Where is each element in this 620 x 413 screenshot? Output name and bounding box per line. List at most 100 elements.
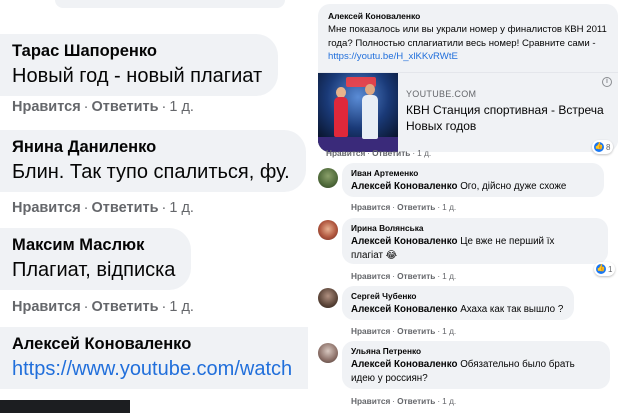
reply-link[interactable]: Ответить — [397, 396, 435, 406]
like-link[interactable]: Нравится — [12, 200, 81, 216]
previous-comment-bubble-edge — [55, 0, 285, 8]
reaction-count: 8 — [606, 142, 611, 152]
separator: · — [412, 148, 416, 158]
comment-author[interactable]: Тарас Шапоренко — [12, 40, 262, 62]
reply-bubble: Ирина Волянська Алексей Коноваленко Це в… — [342, 218, 608, 264]
reply-author[interactable]: Ирина Волянська — [351, 223, 424, 233]
info-icon[interactable]: i — [602, 77, 612, 87]
reply-text-body: Ахаха как так вышло ? — [457, 304, 564, 315]
reply-bubble: Сергей Чубенко Алексей Коноваленко Ахаха… — [342, 286, 574, 320]
right-comments-panel: Алексей Коноваленко Мне показалось или в… — [310, 0, 620, 413]
separator: · — [161, 99, 167, 115]
separator: · — [437, 202, 441, 212]
reply-actions: Нравится · Ответить · 1 д. — [351, 271, 456, 281]
reply-text: Алексей Коноваленко Це вже не перший їх … — [351, 235, 554, 262]
comment-text: Плагиат, відписка — [12, 259, 176, 281]
left-comments-panel: Тарас Шапоренко Новый год - новый плагиа… — [0, 0, 308, 413]
comment-text-body: Мне показалось или вы украли номер у фин… — [328, 24, 607, 49]
reply-time[interactable]: 1 д. — [442, 271, 456, 281]
reply-author[interactable]: Ульяна Петренко — [351, 346, 421, 356]
avatar[interactable] — [318, 343, 338, 363]
main-comment-bubble: Алексей Коноваленко Мне показалось или в… — [318, 4, 618, 152]
reaction-count: 1 — [608, 264, 613, 274]
preview-domain: YOUTUBE.COM — [406, 89, 477, 99]
like-link[interactable]: Нравится — [12, 299, 81, 315]
reply-text: Алексей Коноваленко Обязательно было бра… — [351, 358, 575, 385]
reply-link[interactable]: Ответить — [397, 326, 435, 336]
like-link[interactable]: Нравится — [351, 202, 390, 212]
page-bottom-bar — [0, 400, 130, 413]
comment-text: Новый год - новый плагиат — [12, 65, 263, 87]
reply-actions: Нравится · Ответить · 1 д. — [351, 202, 456, 212]
avatar[interactable] — [318, 220, 338, 240]
comment-actions: Нравится · Ответить · 1 д. — [12, 200, 194, 216]
link-preview-card[interactable]: YOUTUBE.COM КВН Станция спортивная - Вст… — [318, 72, 618, 152]
reply-text: Алексей Коноваленко Ахаха как так вышло … — [351, 303, 563, 317]
reply-author[interactable]: Иван Артеменко — [351, 168, 418, 178]
comment-author[interactable]: Янина Даниленко — [12, 136, 290, 158]
reply-link[interactable]: Ответить — [397, 271, 435, 281]
comment-actions: Нравится · Ответить · 1 д. — [12, 99, 194, 115]
comment-text: Блин. Так тупо спалиться, фу. — [12, 161, 290, 183]
mention[interactable]: Алексей Коноваленко — [351, 359, 457, 370]
comment-author[interactable]: Алексей Коноваленко — [328, 11, 420, 21]
reply-link[interactable]: Ответить — [92, 299, 159, 315]
comment-time[interactable]: 1 д. — [169, 99, 194, 115]
reply-text-body: Це вже не перший їх — [457, 236, 555, 247]
reply-link[interactable]: Ответить — [92, 99, 159, 115]
comment-time[interactable]: 1 д. — [417, 148, 431, 158]
reply-author[interactable]: Сергей Чубенко — [351, 291, 416, 301]
comment-time[interactable]: 1 д. — [169, 200, 194, 216]
comment-link[interactable]: https://www.youtube.com/watch — [12, 356, 308, 383]
reply-text-body: плагіат — [351, 249, 386, 261]
like-link[interactable]: Нравится — [326, 148, 365, 158]
video-thumbnail[interactable] — [318, 73, 398, 152]
comment-bubble: Тарас Шапоренко Новый год - новый плагиа… — [0, 34, 279, 96]
mention[interactable]: Алексей Коноваленко — [351, 236, 457, 247]
like-icon: 👍 — [594, 142, 604, 152]
reaction-count-badge[interactable]: 👍 8 — [592, 140, 614, 154]
comment-actions: Нравится · Ответить · 1 д. — [326, 148, 431, 158]
like-link[interactable]: Нравится — [351, 326, 390, 336]
separator: · — [83, 299, 89, 315]
separator: · — [437, 326, 441, 336]
separator: · — [367, 148, 371, 158]
reply-link[interactable]: Ответить — [397, 202, 435, 212]
youtube-link[interactable]: https://youtu.be/H_xlKKvRWtE — [328, 51, 458, 62]
reply-text-body: Ого, дійсно дуже схоже — [457, 181, 567, 192]
like-link[interactable]: Нравится — [351, 271, 390, 281]
mention[interactable]: Алексей Коноваленко — [351, 181, 457, 192]
comment-time[interactable]: 1 д. — [169, 299, 194, 315]
comment-text: Мне показалось или вы украли номер у фин… — [328, 23, 616, 64]
separator: · — [392, 326, 396, 336]
separator: · — [161, 299, 167, 315]
avatar[interactable] — [318, 168, 338, 188]
reply-text: Алексей Коноваленко Ого, дійсно дуже схо… — [351, 180, 566, 194]
comment-bubble: Янина Даниленко Блин. Так тупо спалиться… — [0, 130, 306, 192]
avatar[interactable] — [318, 288, 338, 308]
reply-time[interactable]: 1 д. — [442, 202, 456, 212]
reaction-count-badge[interactable]: 👍 1 — [594, 262, 616, 276]
reply-text-body: идею у россиян? — [351, 372, 428, 384]
like-link[interactable]: Нравится — [12, 99, 81, 115]
separator: · — [161, 200, 167, 216]
separator: · — [83, 200, 89, 216]
reply-link[interactable]: Ответить — [372, 148, 410, 158]
reply-bubble: Ульяна Петренко Алексей Коноваленко Обяз… — [342, 341, 610, 389]
reply-time[interactable]: 1 д. — [442, 326, 456, 336]
separator: · — [437, 271, 441, 281]
preview-title[interactable]: КВН Станция спортивная - Встреча Новых г… — [406, 102, 611, 134]
separator: · — [83, 99, 89, 115]
reply-bubble: Иван Артеменко Алексей Коноваленко Ого, … — [342, 163, 604, 197]
reply-actions: Нравится · Ответить · 1 д. — [351, 326, 456, 336]
comment-author[interactable]: Максим Маслюк — [12, 234, 175, 256]
comment-actions: Нравится · Ответить · 1 д. — [12, 299, 194, 315]
reply-link[interactable]: Ответить — [92, 200, 159, 216]
like-link[interactable]: Нравится — [351, 396, 390, 406]
mention[interactable]: Алексей Коноваленко — [351, 304, 457, 315]
reply-time[interactable]: 1 д. — [442, 396, 456, 406]
comment-author[interactable]: Алексей Коноваленко — [12, 333, 308, 355]
separator: · — [392, 202, 396, 212]
separator: · — [437, 396, 441, 406]
like-icon: 👍 — [596, 264, 606, 274]
